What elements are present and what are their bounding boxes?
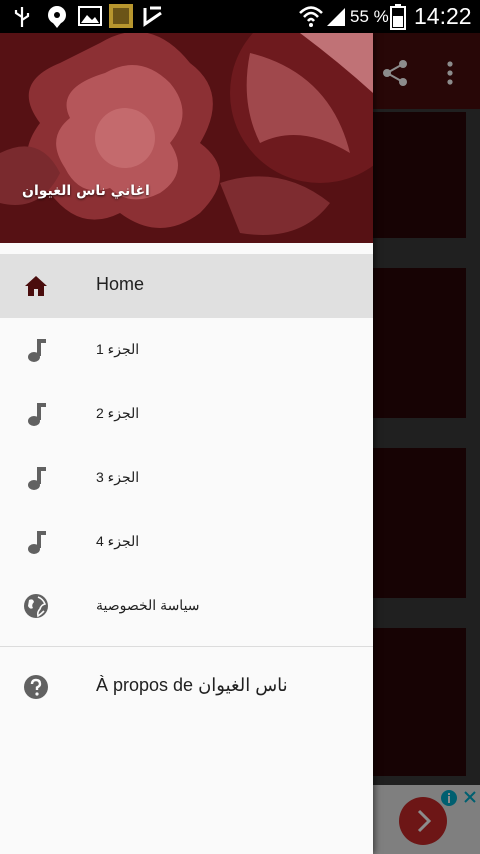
drawer-item-part-1[interactable]: الجزء 1	[0, 318, 373, 382]
drawer-item-part-2[interactable]: الجزء 2	[0, 382, 373, 446]
usb-icon	[14, 7, 30, 27]
battery-icon	[390, 4, 406, 30]
drawer-item-part-4[interactable]: الجزء 4	[0, 510, 373, 574]
drawer-item-part-3[interactable]: الجزء 3	[0, 446, 373, 510]
music-note-icon	[28, 339, 46, 362]
music-note-icon	[28, 531, 46, 554]
status-bar: 55 % 14:22	[0, 0, 480, 33]
wifi-icon	[299, 6, 323, 27]
notification-icon	[48, 6, 66, 28]
help-icon	[24, 675, 48, 699]
drawer-item-privacy-policy[interactable]: سياسة الخصوصية	[0, 574, 373, 638]
drawer-header: اغاني ناس الغيوان	[0, 33, 373, 243]
image-icon	[78, 6, 102, 26]
drawer-item-label: الجزء 3	[96, 469, 140, 485]
drawer-item-label: الجزء 4	[96, 533, 140, 549]
music-note-icon	[28, 403, 46, 426]
drawer-item-label: Home	[96, 274, 145, 294]
ornament-header-image	[0, 33, 373, 243]
globe-icon	[24, 594, 48, 618]
drawer-item-label: À propos de ناس الغيوان	[96, 675, 288, 695]
drawer-item-about[interactable]: À propos de ناس الغيوان	[0, 655, 373, 719]
drawer-item-label: سياسة الخصوصية	[96, 597, 200, 613]
drawer-item-home[interactable]: Home	[0, 254, 373, 318]
music-note-icon	[28, 467, 46, 490]
drawer-header-title: اغاني ناس الغيوان	[22, 183, 150, 199]
drawer-item-label: الجزء 2	[96, 405, 140, 421]
drawer-item-label: الجزء 1	[96, 341, 140, 357]
drawer-divider	[0, 646, 373, 647]
check-icon	[143, 6, 162, 27]
battery-percent: 55 %	[350, 7, 389, 26]
signal-icon	[327, 8, 345, 26]
home-icon	[25, 276, 47, 296]
navigation-drawer: اغاني ناس الغيوان Home الجزء 1 الجزء 2 ا…	[0, 33, 373, 854]
app-notification-icon	[109, 4, 133, 28]
drawer-menu: Home الجزء 1 الجزء 2 الجزء 3 الجزء 4 سيا…	[0, 254, 373, 719]
clock: 14:22	[414, 3, 472, 29]
